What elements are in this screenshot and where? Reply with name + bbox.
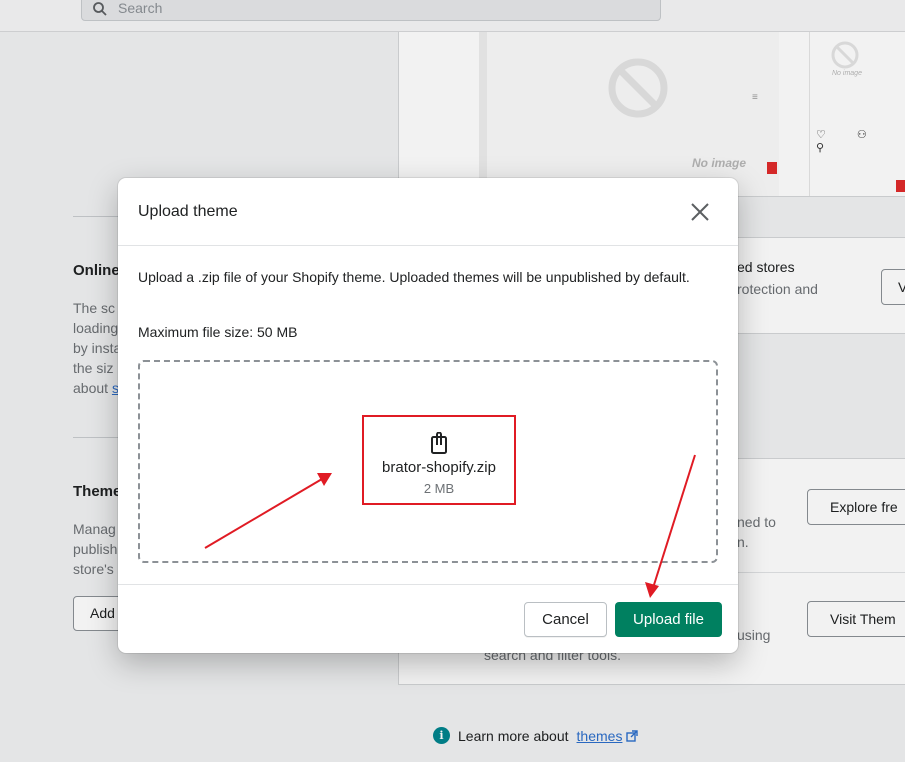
uploaded-file: brator-shopify.zip 2 MB bbox=[362, 415, 516, 505]
dialog-title: Upload theme bbox=[138, 203, 238, 220]
max-file-size: Maximum file size: 50 MB bbox=[138, 324, 298, 340]
dialog-header: Upload theme bbox=[118, 178, 738, 246]
close-button[interactable] bbox=[686, 198, 714, 226]
file-name: brator-shopify.zip bbox=[382, 459, 496, 476]
file-size: 2 MB bbox=[423, 481, 455, 496]
cancel-button[interactable]: Cancel bbox=[524, 602, 607, 637]
upload-theme-dialog: Upload theme Upload a .zip file of your … bbox=[118, 178, 738, 653]
file-dropzone[interactable]: brator-shopify.zip 2 MB bbox=[138, 360, 718, 563]
paperclip-icon bbox=[431, 432, 447, 454]
upload-file-button[interactable]: Upload file bbox=[615, 602, 722, 637]
close-icon bbox=[691, 203, 709, 221]
dialog-footer-divider bbox=[118, 584, 738, 585]
dialog-description: Upload a .zip file of your Shopify theme… bbox=[138, 269, 690, 285]
